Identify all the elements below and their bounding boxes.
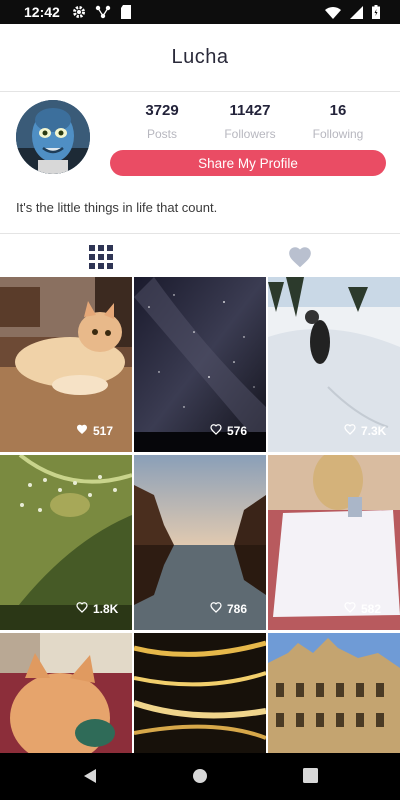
- heart-outline-icon: [344, 424, 356, 438]
- status-time: 12:42: [24, 4, 60, 20]
- stat-value: 11427: [229, 102, 271, 119]
- home-icon[interactable]: [192, 768, 208, 789]
- gear-icon: [72, 5, 86, 19]
- post-likes: 576: [134, 424, 266, 438]
- post-image-cat-2: [0, 633, 132, 753]
- stat-label: Following: [312, 127, 364, 141]
- likes-count: 582: [361, 602, 382, 616]
- status-bar: 12:42: [0, 0, 400, 24]
- wifi-icon: [325, 6, 341, 19]
- tab-grid[interactable]: [88, 244, 114, 270]
- grid-icon: [88, 245, 114, 274]
- stat-value: 16: [329, 102, 347, 119]
- post-likes: 786: [134, 602, 266, 616]
- post-tile[interactable]: 517: [0, 277, 132, 452]
- post-image-building: [268, 633, 400, 753]
- profile-tabs: [0, 236, 400, 276]
- heart-icon: [287, 247, 313, 274]
- battery-icon: [372, 5, 380, 19]
- sd-card-icon: [120, 5, 132, 19]
- page-title: Lucha: [171, 46, 229, 68]
- header: Lucha: [0, 24, 400, 92]
- stat-label: Posts: [146, 127, 177, 141]
- profile-bio: It's the little things in life that coun…: [16, 200, 218, 215]
- post-likes: 517: [0, 424, 132, 438]
- stat-label: Followers: [224, 127, 276, 141]
- likes-count: 576: [227, 424, 248, 438]
- heart-outline-icon: [344, 602, 356, 616]
- posts-grid: 517 576 7.3K 1.8K 786 582: [0, 277, 400, 753]
- post-tile[interactable]: 1.8K: [0, 455, 132, 630]
- likes-count: 1.8K: [93, 602, 119, 616]
- profile-section: 3729 Posts 11427 Followers 16 Following …: [0, 92, 400, 234]
- stat-posts[interactable]: 3729 Posts: [118, 102, 206, 141]
- heart-outline-icon: [76, 602, 88, 616]
- post-image-abstract: [134, 633, 266, 753]
- likes-count: 7.3K: [361, 424, 387, 438]
- heart-outline-icon: [210, 424, 222, 438]
- signal-icon: [350, 5, 363, 19]
- post-tile[interactable]: 576: [134, 277, 266, 452]
- post-tile[interactable]: 7.3K: [268, 277, 400, 452]
- post-tile[interactable]: 582: [268, 455, 400, 630]
- post-tile[interactable]: [134, 633, 266, 753]
- post-tile[interactable]: 786: [134, 455, 266, 630]
- likes-count: 786: [227, 602, 248, 616]
- stat-value: 3729: [145, 102, 179, 119]
- stats-row: 3729 Posts 11427 Followers 16 Following: [118, 102, 382, 141]
- heart-outline-icon: [210, 602, 222, 616]
- share-profile-button[interactable]: Share My Profile: [110, 150, 386, 176]
- back-icon[interactable]: [82, 768, 98, 789]
- tab-likes[interactable]: [287, 244, 313, 270]
- avatar[interactable]: [16, 100, 90, 174]
- heart-outline-icon: [76, 424, 88, 438]
- post-tile[interactable]: [0, 633, 132, 753]
- stat-followers[interactable]: 11427 Followers: [206, 102, 294, 141]
- recents-icon[interactable]: [303, 768, 318, 788]
- likes-count: 517: [93, 424, 114, 438]
- stat-following[interactable]: 16 Following: [294, 102, 382, 141]
- post-likes: 1.8K: [0, 602, 132, 616]
- post-likes: 582: [268, 602, 400, 616]
- network-icon: [95, 5, 111, 19]
- post-tile[interactable]: [268, 633, 400, 753]
- post-likes: 7.3K: [268, 424, 400, 438]
- system-nav-bar: [0, 753, 400, 800]
